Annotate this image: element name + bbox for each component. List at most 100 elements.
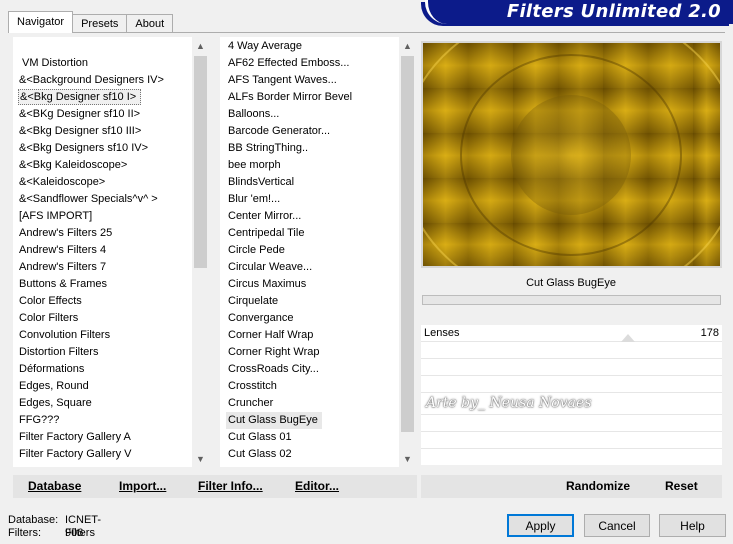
param-row bbox=[421, 415, 722, 432]
filter-item[interactable]: Barcode Generator... bbox=[220, 123, 400, 140]
category-item[interactable]: &<Bkg Designer sf10 I> bbox=[13, 89, 193, 106]
filter-item[interactable]: Cirquelate bbox=[220, 293, 400, 310]
reset-button[interactable]: Reset bbox=[665, 479, 698, 493]
import-button[interactable]: Import... bbox=[119, 479, 166, 493]
filter-item[interactable]: Balloons... bbox=[220, 106, 400, 123]
filter-item[interactable]: Cruncher bbox=[220, 395, 400, 412]
filter-item[interactable]: Crosstitch bbox=[220, 378, 400, 395]
preview-pattern bbox=[423, 43, 720, 266]
tab-navigator[interactable]: Navigator bbox=[8, 11, 74, 33]
category-item[interactable]: &<Bkg Designers sf10 IV> bbox=[13, 140, 193, 157]
category-item[interactable]: Filter Factory Gallery V bbox=[13, 446, 193, 463]
category-scrollbar[interactable]: ▲ ▼ bbox=[192, 37, 209, 467]
filter-scrollbar[interactable]: ▲ ▼ bbox=[399, 37, 416, 467]
filter-item[interactable]: bee morph bbox=[220, 157, 400, 174]
filter-item[interactable]: AFS Tangent Waves... bbox=[220, 72, 400, 89]
filters-value: 906 bbox=[65, 527, 84, 539]
filters-label: Filters: bbox=[8, 527, 41, 539]
help-button[interactable]: Help bbox=[659, 514, 726, 537]
category-item[interactable]: Edges, Round bbox=[13, 378, 193, 395]
category-item[interactable]: &<Bkg Designer sf10 III> bbox=[13, 123, 193, 140]
category-item-selected[interactable]: &<Bkg Designer sf10 I> bbox=[18, 89, 142, 105]
filter-item[interactable]: AF62 Effected Emboss... bbox=[220, 55, 400, 72]
apply-button[interactable]: Apply bbox=[507, 514, 574, 537]
category-item[interactable]: Buttons & Frames bbox=[13, 276, 193, 293]
param-row-lenses[interactable]: Lenses 178 bbox=[421, 325, 722, 342]
category-item[interactable]: Color Effects bbox=[13, 293, 193, 310]
cancel-button[interactable]: Cancel bbox=[584, 514, 650, 537]
editor-button[interactable]: Editor... bbox=[295, 479, 339, 493]
category-item[interactable]: VM Distortion bbox=[13, 55, 193, 72]
status-area: Database: ICNET-Filters Filters: 906 bbox=[8, 514, 101, 540]
filter-item[interactable]: Circus Maximus bbox=[220, 276, 400, 293]
tab-panel-border bbox=[8, 32, 725, 33]
category-item[interactable]: Andrew's Filters 4 bbox=[13, 242, 193, 259]
category-item[interactable]: FFG??? bbox=[13, 412, 193, 429]
slider-thumb[interactable] bbox=[621, 334, 636, 342]
scroll-up-icon[interactable]: ▲ bbox=[399, 37, 416, 54]
filter-item-selected[interactable]: Cut Glass BugEye bbox=[226, 412, 322, 429]
filter-item[interactable]: Cut Glass 02 bbox=[220, 446, 400, 463]
category-item[interactable]: &<Sandflower Specials^v^ > bbox=[13, 191, 193, 208]
title-banner: Filters Unlimited 2.0 bbox=[425, 0, 733, 24]
category-item[interactable]: Filter Factory Gallery A bbox=[13, 429, 193, 446]
filter-item[interactable]: Circular Weave... bbox=[220, 259, 400, 276]
filter-item[interactable]: Corner Half Wrap bbox=[220, 327, 400, 344]
category-item[interactable]: Edges, Square bbox=[13, 395, 193, 412]
param-row bbox=[421, 376, 722, 393]
preview-image bbox=[423, 43, 720, 266]
filter-item[interactable]: ALFs Border Mirror Bevel bbox=[220, 89, 400, 106]
filter-list[interactable]: 4 Way Average AF62 Effected Emboss... AFS … bbox=[220, 37, 400, 467]
scroll-up-icon[interactable]: ▲ bbox=[192, 37, 209, 54]
tab-presets[interactable]: Presets bbox=[72, 14, 128, 33]
filter-item[interactable]: Centripedal Tile bbox=[220, 225, 400, 242]
filter-item[interactable]: CrossRoads City... bbox=[220, 361, 400, 378]
param-row bbox=[421, 432, 722, 449]
right-button-bar: Randomize Reset bbox=[421, 475, 722, 498]
category-item[interactable]: &<Kaleidoscope> bbox=[13, 174, 193, 191]
scroll-down-icon[interactable]: ▼ bbox=[192, 450, 209, 467]
banner-title: Filters Unlimited 2.0 bbox=[506, 1, 721, 22]
watermark-text: Arte by_ Neusa Novaes bbox=[426, 395, 592, 411]
filter-item[interactable]: 4 Way Average bbox=[220, 38, 400, 55]
param-row bbox=[421, 342, 722, 359]
category-item[interactable]: &<Bkg Kaleidoscope> bbox=[13, 157, 193, 174]
database-button[interactable]: Database bbox=[28, 479, 81, 493]
filter-item[interactable]: Circle Pede bbox=[220, 242, 400, 259]
filter-item[interactable]: BlindsVertical bbox=[220, 174, 400, 191]
filter-item[interactable]: Center Mirror... bbox=[220, 208, 400, 225]
filter-item[interactable]: Cut Glass BugEye bbox=[220, 412, 400, 429]
category-item[interactable]: [AFS IMPORT] bbox=[13, 208, 193, 225]
param-row bbox=[421, 359, 722, 376]
category-item[interactable]: &<Background Designers IV> bbox=[13, 72, 193, 89]
filter-info-button[interactable]: Filter Info... bbox=[198, 479, 263, 493]
category-item[interactable]: Distortion Filters bbox=[13, 344, 193, 361]
param-slider[interactable] bbox=[463, 325, 703, 342]
category-item[interactable]: Color Filters bbox=[13, 310, 193, 327]
category-item[interactable]: Convolution Filters bbox=[13, 327, 193, 344]
filter-item[interactable]: BB StringThing.. bbox=[220, 140, 400, 157]
scrollbar-thumb[interactable] bbox=[194, 56, 207, 268]
tab-about[interactable]: About bbox=[126, 14, 174, 33]
category-list[interactable]: VM Distortion &<Background Designers IV> &… bbox=[13, 37, 193, 467]
selected-filter-name: Cut Glass BugEye bbox=[421, 272, 721, 294]
preview-frame bbox=[421, 41, 722, 268]
param-value: 178 bbox=[700, 327, 719, 339]
progress-bar bbox=[422, 295, 721, 305]
category-item[interactable]: Andrew's Filters 7 bbox=[13, 259, 193, 276]
category-item[interactable]: Andrew's Filters 25 bbox=[13, 225, 193, 242]
scrollbar-thumb[interactable] bbox=[401, 56, 414, 432]
left-button-bar: Database Import... Filter Info... Editor… bbox=[13, 475, 417, 498]
category-item[interactable]: Déformations bbox=[13, 361, 193, 378]
param-row: Arte by_ Neusa Novaes bbox=[421, 393, 722, 415]
scroll-down-icon[interactable]: ▼ bbox=[399, 450, 416, 467]
parameter-panel: Lenses 178 Arte by_ Neusa Novaes bbox=[421, 325, 722, 465]
filter-item[interactable]: Cut Glass 01 bbox=[220, 429, 400, 446]
category-item[interactable]: &<BKg Designer sf10 II> bbox=[13, 106, 193, 123]
filter-item[interactable]: Corner Right Wrap bbox=[220, 344, 400, 361]
filter-item[interactable]: Blur 'em!... bbox=[220, 191, 400, 208]
database-label: Database: bbox=[8, 514, 59, 526]
param-label: Lenses bbox=[424, 327, 460, 339]
filter-item[interactable]: Convergance bbox=[220, 310, 400, 327]
randomize-button[interactable]: Randomize bbox=[566, 479, 630, 493]
